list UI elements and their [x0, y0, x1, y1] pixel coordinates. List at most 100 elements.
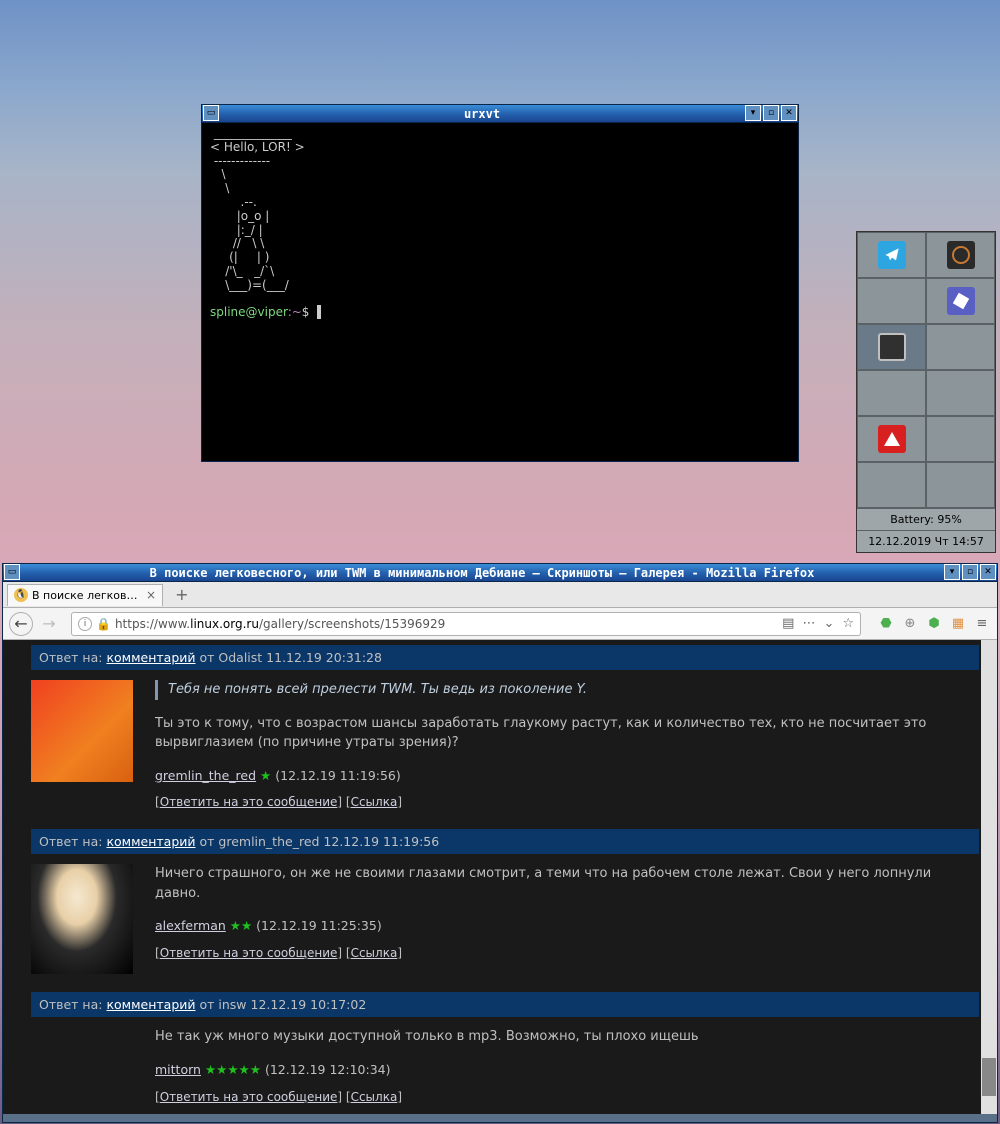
tray-terminal[interactable]: [857, 324, 926, 370]
ff-window-max-button[interactable]: ▫: [962, 564, 978, 580]
reply-label: Ответ на:: [39, 650, 102, 665]
back-button[interactable]: ←: [9, 612, 33, 636]
comment-text: Не так уж много музыки доступной только …: [155, 1027, 979, 1047]
comment-date: (12.12.19 11:19:56): [275, 768, 401, 783]
firefox-navbar: ← → i 🔒 https://www.linux.org.ru/gallery…: [3, 608, 997, 640]
telegram-icon: [878, 241, 906, 269]
urxvt-title: urxvt: [220, 107, 744, 121]
window-menu-button[interactable]: ▭: [203, 105, 219, 121]
reader-mode-icon[interactable]: ▤: [782, 616, 794, 631]
comment-text: Ты это к тому, что с возрастом шансы зар…: [155, 714, 979, 753]
permalink[interactable]: Ссылка: [351, 946, 398, 960]
ff-window-close-button[interactable]: ✕: [980, 564, 996, 580]
tray-telegram[interactable]: [857, 232, 926, 278]
reply-from: от insw 12.12.19 10:17:02: [200, 997, 367, 1012]
ascii-art: _____________ < Hello, LOR! > ----------…: [210, 126, 305, 292]
urxvt-window: ▭ urxvt ▾ ▫ ✕ _____________ < Hello, LOR…: [201, 104, 799, 462]
tray-empty-5[interactable]: [926, 416, 995, 462]
firefox-titlebar[interactable]: ▭ В поиске легковесного, или TWM в миним…: [3, 564, 997, 582]
comment-block: Ответ на: комментарий от Odalist 11.12.1…: [31, 645, 979, 811]
ext-icon-2[interactable]: ⊕: [901, 615, 919, 633]
tab-favicon: 🐧: [14, 588, 28, 602]
tray-wifi[interactable]: [857, 416, 926, 462]
tab-title: В поиске легковесного: [32, 589, 142, 602]
lock-icon: 🔒: [96, 617, 111, 631]
new-tab-button[interactable]: +: [169, 585, 194, 604]
author-stars: ★: [260, 768, 271, 783]
eye-icon: [947, 241, 975, 269]
reply-link[interactable]: комментарий: [106, 650, 195, 665]
game-icon: [947, 287, 975, 315]
ff-window-menu-button[interactable]: ▭: [4, 564, 20, 580]
desktop-root: ▭ urxvt ▾ ▫ ✕ _____________ < Hello, LOR…: [0, 0, 1000, 1124]
quote-text: Тебя не понять всей прелести TWM. Ты вед…: [155, 680, 979, 700]
info-icon[interactable]: i: [78, 617, 92, 631]
author-stars: ★★: [230, 918, 252, 933]
reply-action-link[interactable]: Ответить на это сообщение: [160, 795, 338, 809]
comment-header: Ответ на: комментарий от insw 12.12.19 1…: [31, 992, 979, 1017]
comment-date: (12.12.19 12:10:34): [265, 1062, 391, 1077]
comment-date: (12.12.19 11:25:35): [256, 918, 382, 933]
url-bar[interactable]: i 🔒 https://www.linux.org.ru/gallery/scr…: [71, 612, 861, 636]
author-link[interactable]: alexferman: [155, 918, 226, 933]
url-text: https://www.linux.org.ru/gallery/screens…: [115, 617, 782, 631]
permalink[interactable]: Ссылка: [351, 1090, 398, 1104]
reply-label: Ответ на:: [39, 834, 102, 849]
terminal-icon: [878, 333, 906, 361]
window-min-button[interactable]: ▾: [745, 105, 761, 121]
pocket-icon[interactable]: ⌄: [823, 616, 834, 631]
system-panel: Battery: 95% 12.12.2019 Чт 14:57: [856, 231, 996, 553]
permalink[interactable]: Ссылка: [351, 795, 398, 809]
tray-empty-7[interactable]: [926, 462, 995, 508]
reply-action-link[interactable]: Ответить на это сообщение: [160, 946, 338, 960]
prompt-path: ~: [292, 305, 302, 319]
tray-eye-app[interactable]: [926, 232, 995, 278]
clock-status: 12.12.2019 Чт 14:57: [857, 530, 995, 552]
scroll-thumb[interactable]: [982, 1058, 996, 1096]
reply-action-link[interactable]: Ответить на это сообщение: [160, 1090, 338, 1104]
author-link[interactable]: mittorn: [155, 1062, 201, 1077]
firefox-tabbar: 🐧 В поиске легковесного × +: [3, 582, 997, 608]
tray-empty-6[interactable]: [857, 462, 926, 508]
page-scrollbar[interactable]: [981, 640, 997, 1114]
battery-status: Battery: 95%: [857, 508, 995, 530]
firefox-window: ▭ В поиске легковесного, или TWM в миним…: [2, 563, 998, 1123]
comment-header: Ответ на: комментарий от Odalist 11.12.1…: [31, 645, 979, 670]
urxvt-titlebar[interactable]: ▭ urxvt ▾ ▫ ✕: [202, 105, 798, 123]
author-link[interactable]: gremlin_the_red: [155, 768, 256, 783]
firefox-title: В поиске легковесного, или TWM в минимал…: [21, 566, 943, 580]
avatar[interactable]: [31, 680, 133, 782]
window-max-button[interactable]: ▫: [763, 105, 779, 121]
terminal-body[interactable]: _____________ < Hello, LOR! > ----------…: [202, 123, 798, 461]
author-stars: ★★★★★: [205, 1062, 261, 1077]
ext-icon-1[interactable]: ⬣: [877, 615, 895, 633]
reply-label: Ответ на:: [39, 997, 102, 1012]
ff-window-min-button[interactable]: ▾: [944, 564, 960, 580]
tray-empty-3[interactable]: [857, 370, 926, 416]
reply-link[interactable]: комментарий: [106, 997, 195, 1012]
comment-block: Ответ на: комментарий от insw 12.12.19 1…: [31, 992, 979, 1114]
page-content[interactable]: Ответ на: комментарий от Odalist 11.12.1…: [3, 640, 997, 1114]
bookmark-star-icon[interactable]: ☆: [842, 616, 854, 631]
ext-icon-3[interactable]: ⬢: [925, 615, 943, 633]
comment-header: Ответ на: комментарий от gremlin_the_red…: [31, 829, 979, 854]
forward-button[interactable]: →: [37, 612, 61, 636]
menu-button[interactable]: ≡: [973, 615, 991, 633]
avatar[interactable]: [31, 864, 133, 974]
page-actions-icon[interactable]: ⋯: [802, 616, 815, 631]
tray-empty-4[interactable]: [926, 370, 995, 416]
tray-empty-1[interactable]: [857, 278, 926, 324]
prompt-dollar: $: [302, 305, 310, 319]
browser-tab[interactable]: 🐧 В поиске легковесного ×: [7, 584, 163, 606]
tab-close-icon[interactable]: ×: [146, 588, 156, 602]
tray-steam[interactable]: [926, 278, 995, 324]
tray-empty-2[interactable]: [926, 324, 995, 370]
prompt-user: spline@viper: [210, 305, 288, 319]
avatar: [31, 1027, 133, 1114]
reply-from: от gremlin_the_red 12.12.19 11:19:56: [200, 834, 440, 849]
window-close-button[interactable]: ✕: [781, 105, 797, 121]
ext-icon-4[interactable]: ▦: [949, 615, 967, 633]
reply-link[interactable]: комментарий: [106, 834, 195, 849]
wifi-icon: [878, 425, 906, 453]
reply-from: от Odalist 11.12.19 20:31:28: [200, 650, 382, 665]
